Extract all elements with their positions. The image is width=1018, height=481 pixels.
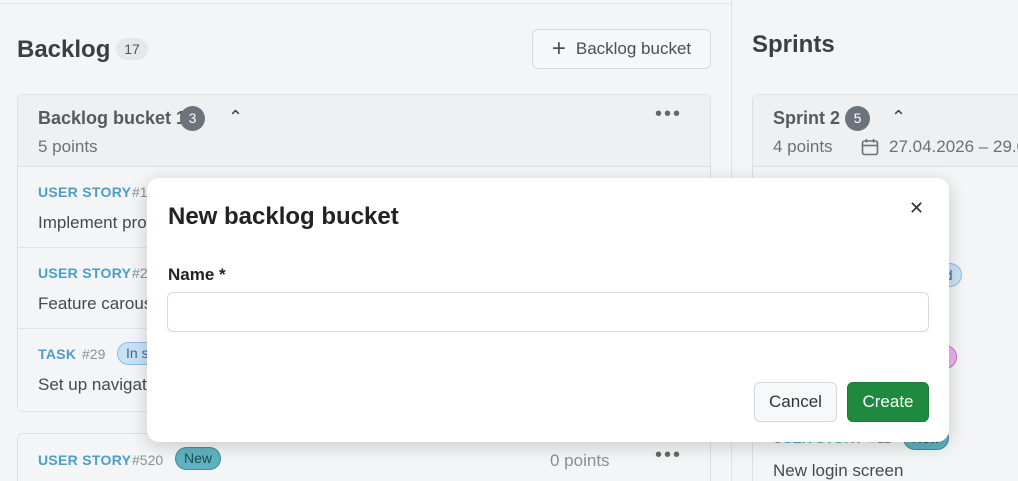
dialog-title: New backlog bucket: [168, 203, 399, 230]
cancel-button[interactable]: Cancel: [754, 382, 837, 422]
close-icon[interactable]: ✕: [909, 198, 924, 219]
name-field-label: Name *: [168, 265, 226, 284]
new-backlog-bucket-dialog: New backlog bucket ✕ Name * Cancel Creat…: [147, 178, 949, 442]
create-button[interactable]: Create: [847, 382, 929, 422]
name-input[interactable]: [167, 292, 929, 332]
